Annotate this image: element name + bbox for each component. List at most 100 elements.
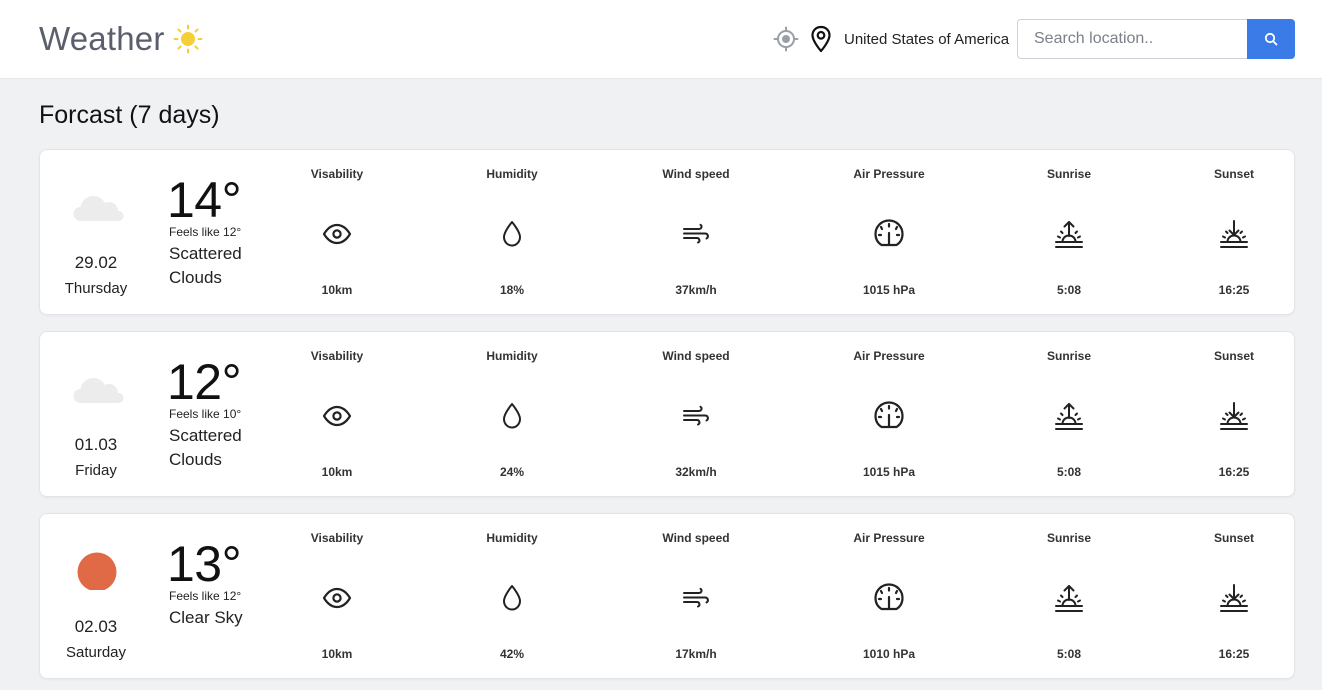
stat-label: Humidity xyxy=(486,349,538,363)
weather-condition: Scattered Clouds xyxy=(169,426,242,469)
stat-label: Sunset xyxy=(1213,349,1254,363)
stat-value: 5:08 xyxy=(1056,465,1082,479)
droplet-icon xyxy=(503,221,521,247)
gauge-icon xyxy=(874,401,904,429)
stat-label: Air Pressure xyxy=(853,531,925,545)
forecast-weekday: Saturday xyxy=(65,644,127,661)
temperature: 14° xyxy=(167,172,242,228)
forecast-card: 29.02 Thursday 14° Feels like 12° Scatte… xyxy=(39,149,1295,315)
stat-label: Air Pressure xyxy=(853,167,925,181)
stat-humidity: Humidity 24% xyxy=(442,332,582,496)
selected-country: United States of America xyxy=(844,31,1010,48)
sunset-icon xyxy=(1220,220,1248,248)
stat-sunset: Sunset 16:25 xyxy=(1164,150,1304,314)
stat-value: 16:25 xyxy=(1218,647,1250,661)
weather-condition: Scattered Clouds xyxy=(169,244,242,287)
forecast-date: 02.03 xyxy=(74,617,118,636)
logo[interactable]: Weather xyxy=(39,20,203,58)
weather-condition: Clear Sky xyxy=(169,608,243,627)
temperature: 12° xyxy=(167,354,242,410)
stat-value: 10km xyxy=(321,647,353,661)
stat-sunrise: Sunrise 5:08 xyxy=(999,332,1139,496)
stat-value: 16:25 xyxy=(1218,465,1250,479)
feels-like: Feels like 10° xyxy=(169,407,242,421)
search-icon xyxy=(1264,32,1278,46)
stat-label: Wind speed xyxy=(662,349,730,363)
stat-value: 5:08 xyxy=(1056,283,1082,297)
stat-label: Visability xyxy=(310,531,364,545)
stat-label: Wind speed xyxy=(662,167,730,181)
forecast-date: 01.03 xyxy=(74,435,118,454)
sunset-icon xyxy=(1220,584,1248,612)
stat-label: Visability xyxy=(310,349,364,363)
stat-sunset: Sunset 16:25 xyxy=(1164,332,1304,496)
forecast-weekday: Thursday xyxy=(64,280,128,297)
stat-value: 5:08 xyxy=(1056,647,1082,661)
droplet-icon xyxy=(503,585,521,611)
crosshair-icon[interactable] xyxy=(773,26,799,52)
stat-value: 18% xyxy=(499,283,525,297)
stat-value: 10km xyxy=(321,465,353,479)
sun-icon xyxy=(173,24,203,54)
stat-label: Sunrise xyxy=(1046,349,1091,363)
gauge-icon xyxy=(874,219,904,247)
stat-value: 24% xyxy=(499,465,525,479)
map-pin-icon xyxy=(811,25,831,53)
wind-icon xyxy=(683,223,709,244)
stat-wind: Wind speed 17km/h xyxy=(626,514,766,678)
sunrise-icon xyxy=(1055,585,1083,612)
droplet-icon xyxy=(503,403,521,429)
wind-icon xyxy=(683,405,709,426)
forecast-weekday: Friday xyxy=(75,462,117,479)
stat-pressure: Air Pressure 1015 hPa xyxy=(819,332,959,496)
wind-icon xyxy=(683,587,709,608)
stat-humidity: Humidity 42% xyxy=(442,514,582,678)
stat-label: Sunset xyxy=(1213,167,1254,181)
header: Weather United States of America Search … xyxy=(0,0,1322,79)
stat-humidity: Humidity 18% xyxy=(442,150,582,314)
eye-icon xyxy=(322,587,352,609)
sunset-icon xyxy=(1220,402,1248,430)
feels-like: Feels like 12° xyxy=(169,225,242,239)
stat-wind: Wind speed 37km/h xyxy=(626,150,766,314)
stat-sunrise: Sunrise 5:08 xyxy=(999,514,1139,678)
stat-value: 16:25 xyxy=(1218,283,1250,297)
stat-value: 1010 hPa xyxy=(862,647,916,661)
cloud-icon xyxy=(73,378,124,403)
sunrise-icon xyxy=(1055,403,1083,430)
section-title: Forcast (7 days) xyxy=(39,101,220,129)
stat-visibility: Visability 10km xyxy=(267,150,407,314)
stat-label: Sunrise xyxy=(1046,167,1091,181)
stat-value: 10km xyxy=(321,283,353,297)
stat-label: Wind speed xyxy=(662,531,730,545)
stat-sunset: Sunset 16:25 xyxy=(1164,514,1304,678)
feels-like: Feels like 12° xyxy=(169,589,242,603)
forecast-card: 02.03 Saturday 13° Feels like 12° Clear … xyxy=(39,513,1295,679)
stat-pressure: Air Pressure 1010 hPa xyxy=(819,514,959,678)
stat-label: Visability xyxy=(310,167,364,181)
cloud-icon xyxy=(73,196,124,221)
stat-value: 37km/h xyxy=(675,283,717,297)
stat-label: Humidity xyxy=(486,531,538,545)
temperature: 13° xyxy=(167,536,242,592)
logo-text: Weather xyxy=(39,20,165,57)
stat-visibility: Visability 10km xyxy=(267,514,407,678)
stat-value: 32km/h xyxy=(675,465,717,479)
sun-icon xyxy=(77,552,117,590)
stat-label: Air Pressure xyxy=(853,349,925,363)
eye-icon xyxy=(322,405,352,427)
stat-wind: Wind speed 32km/h xyxy=(626,332,766,496)
stat-label: Humidity xyxy=(486,167,538,181)
stat-pressure: Air Pressure 1015 hPa xyxy=(819,150,959,314)
stat-value: 1015 hPa xyxy=(862,465,916,479)
search-input[interactable] xyxy=(1017,19,1248,59)
stat-value: 1015 hPa xyxy=(862,283,916,297)
forecast-date: 29.02 xyxy=(74,253,118,272)
stat-sunrise: Sunrise 5:08 xyxy=(999,150,1139,314)
stat-value: 17km/h xyxy=(675,647,717,661)
stat-value: 42% xyxy=(499,647,525,661)
search-button[interactable] xyxy=(1247,19,1295,59)
gauge-icon xyxy=(874,583,904,611)
sunrise-icon xyxy=(1055,221,1083,248)
stat-label: Sunset xyxy=(1213,531,1254,545)
